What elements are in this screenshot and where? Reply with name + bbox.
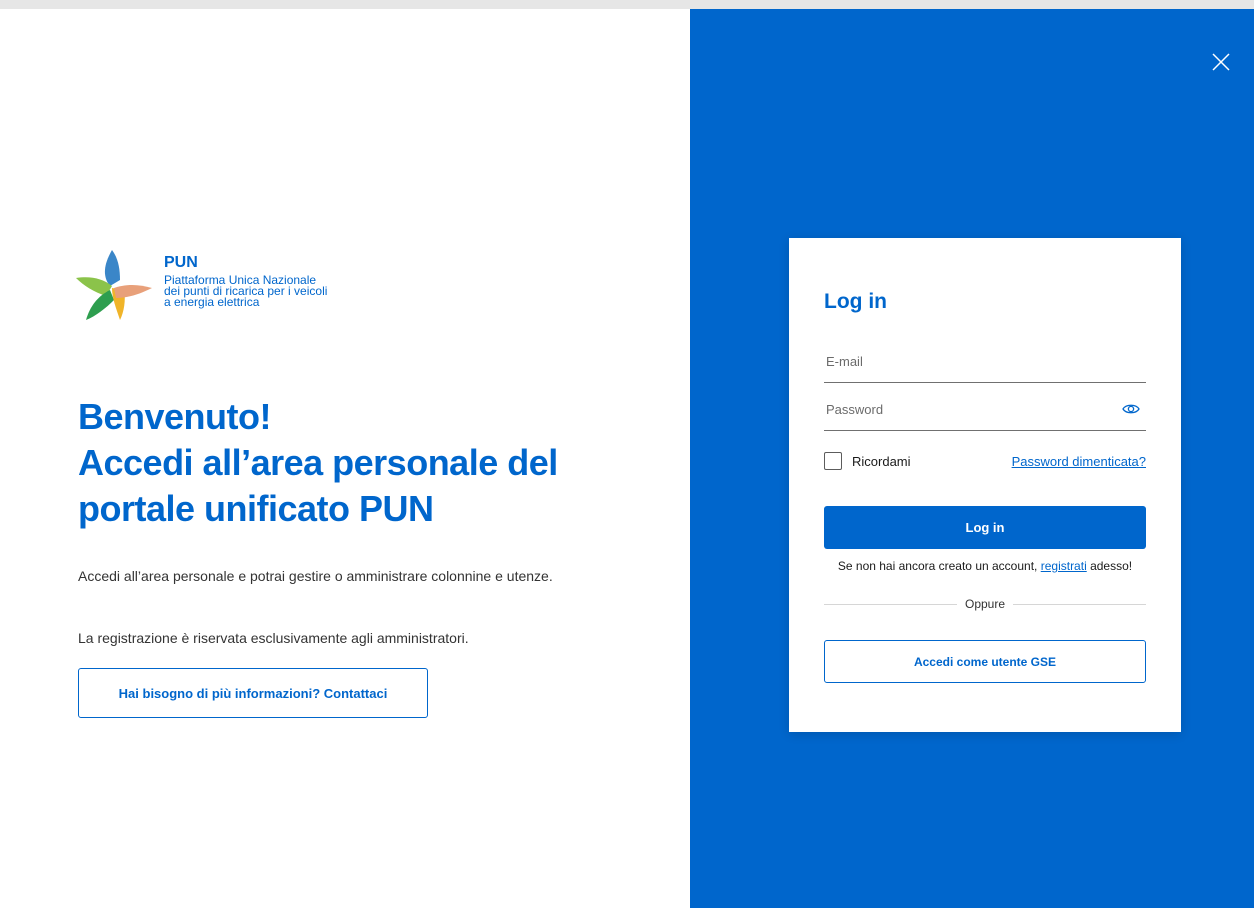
remember-me-checkbox[interactable]: Ricordami bbox=[824, 452, 911, 470]
hero-heading: Benvenuto! Accedi all’area personale del… bbox=[78, 394, 638, 532]
brand-subtitle-line: a energia elettrica bbox=[164, 295, 260, 309]
pun-star-logo bbox=[76, 250, 152, 320]
password-field bbox=[824, 390, 1146, 431]
email-field bbox=[824, 342, 1146, 383]
or-divider: Oppure bbox=[824, 595, 1146, 613]
forgot-password-link[interactable]: Password dimenticata? bbox=[1012, 454, 1146, 469]
close-icon[interactable] bbox=[1209, 50, 1233, 74]
gse-login-button[interactable]: Accedi come utente GSE bbox=[824, 640, 1146, 683]
registration-note: La registrazione è riservata esclusivame… bbox=[78, 630, 469, 646]
hero-description: Accedi all’area personale e potrai gesti… bbox=[78, 568, 553, 584]
contact-button[interactable]: Hai bisogno di più informazioni? Contatt… bbox=[78, 668, 428, 718]
remember-me-label: Ricordami bbox=[852, 453, 911, 469]
hero-title-line: Accedi all’area personale del bbox=[78, 442, 558, 483]
register-link[interactable]: registrati bbox=[1041, 559, 1087, 573]
hero-title-line: portale unificato PUN bbox=[78, 488, 434, 529]
divider-rule bbox=[824, 603, 957, 605]
register-prompt: Se non hai ancora creato un account, reg… bbox=[789, 559, 1181, 573]
hero-title-line: Benvenuto! bbox=[78, 396, 272, 437]
divider-rule bbox=[1013, 603, 1146, 605]
login-button[interactable]: Log in bbox=[824, 506, 1146, 549]
email-input[interactable] bbox=[826, 342, 1111, 380]
password-input[interactable] bbox=[826, 390, 1111, 428]
brand-subtitle: Piattaforma Unica Nazionale dei punti di… bbox=[164, 274, 327, 309]
divider-label: Oppure bbox=[964, 597, 1006, 611]
eye-icon[interactable] bbox=[1122, 402, 1140, 416]
brand-logo: PUN Piattaforma Unica Nazionale dei punt… bbox=[76, 250, 376, 322]
top-border bbox=[0, 0, 1254, 9]
login-title: Log in bbox=[824, 290, 887, 313]
register-suffix: adesso! bbox=[1090, 559, 1133, 573]
checkbox-box[interactable] bbox=[824, 452, 842, 470]
brand-name: PUN bbox=[164, 254, 198, 271]
login-card: Log in Ricordami Password dimenticata? L… bbox=[789, 238, 1181, 732]
register-prefix: Se non hai ancora creato un account, bbox=[837, 559, 1038, 573]
